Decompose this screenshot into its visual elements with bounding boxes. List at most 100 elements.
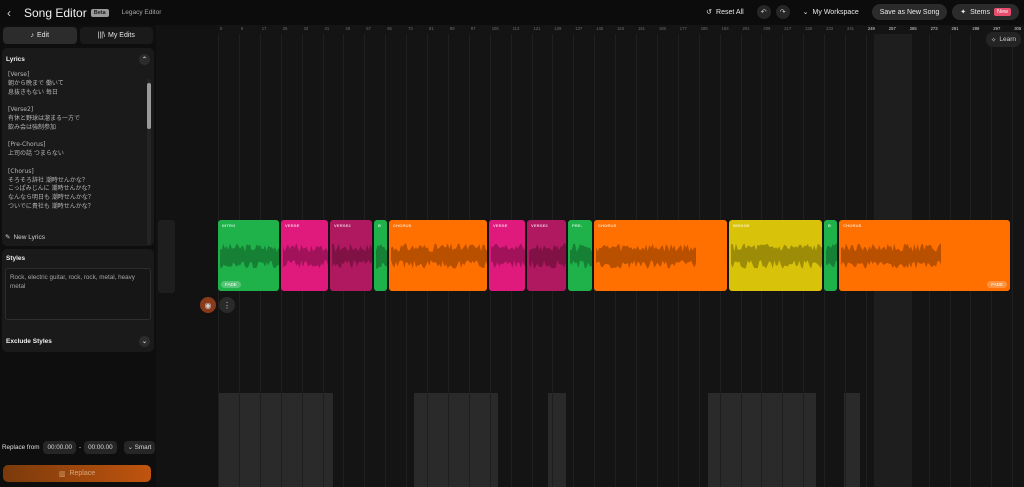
track-controls: ◉ ⋮	[200, 297, 235, 313]
pencil-icon: ✎	[5, 234, 11, 241]
waveform	[220, 243, 279, 269]
sidebar: ♪ Edit |||\ My Edits Lyrics ⌃ [Verse] 朝か…	[0, 25, 156, 487]
ruler-tick-label: 233	[826, 26, 834, 31]
track-segment[interactable]: BRIDGE	[729, 220, 822, 291]
segment-label: CHORUS	[393, 223, 412, 228]
segment-label: VERSE2	[334, 223, 351, 228]
ruler-tick-label: 305	[1014, 26, 1022, 31]
ruler-tick-label: 265	[909, 26, 917, 31]
waveform	[529, 243, 566, 269]
styles-title: Styles	[6, 255, 26, 262]
ruler-tick-label: 169	[658, 26, 666, 31]
workspace-selector[interactable]: ⌄ My Workspace	[795, 4, 867, 20]
ruler-tick-label: 9	[240, 26, 244, 31]
track-segment[interactable]: B	[824, 220, 837, 291]
tab-my-edits[interactable]: |||\ My Edits	[79, 27, 153, 44]
scroll-thumb[interactable]	[147, 83, 151, 129]
replace-button[interactable]: ▥ Replace	[3, 465, 151, 482]
ruler-tick-label: 0	[220, 26, 223, 31]
track-segment[interactable]: CHORUS	[389, 220, 487, 291]
timeline-ruler[interactable]: 0 9 17 25 33 41 49 57 65 73 81 89 97 105 113 121 129 137 1…	[218, 25, 1024, 34]
chevron-down-icon[interactable]: ⌄	[139, 336, 150, 347]
ruler-tick-label: 289	[972, 26, 980, 31]
ruler-tick-label: 113	[512, 26, 520, 31]
save-label: Save as New Song	[879, 8, 940, 16]
segment-label: VERSE2	[531, 223, 548, 228]
segment-label: VERSE	[285, 223, 300, 228]
track-segment[interactable]: INTRO FADE	[218, 220, 279, 291]
ruler-tick-label: 49	[345, 26, 351, 31]
new-lyrics-label: New Lyrics	[13, 233, 45, 241]
waveform	[332, 243, 372, 269]
waveform	[841, 243, 941, 269]
lyrics-textarea[interactable]: [Verse] 朝から晩まで 働いて 息抜きもない 毎日 [Verse2] 有休…	[2, 71, 154, 212]
segment-label: B	[378, 223, 382, 228]
segment-label: VERSE	[493, 223, 508, 228]
reset-all-button[interactable]: ↺ Reset All	[698, 4, 752, 20]
fade-out-tag[interactable]: FADE	[987, 281, 1007, 288]
app-title: Song Editor	[24, 5, 87, 20]
song-track[interactable]: INTRO FADE VERSE VERSE2 B CHORUS VERSE VERSE2 PR…	[218, 220, 1024, 293]
timeline[interactable]: 0 9 17 25 33 41 49 57 65 73 81 89 97 105 113 121 129 137 1…	[156, 25, 1024, 487]
ruler-tick-label: 177	[679, 26, 687, 31]
smart-selector[interactable]: ⌄ Smart	[123, 441, 156, 454]
lyrics-title: Lyrics	[6, 56, 25, 63]
exclude-styles-panel[interactable]: Exclude Styles ⌄	[2, 330, 154, 351]
track-segment[interactable]: VERSE	[489, 220, 525, 291]
tab-edit[interactable]: ♪ Edit	[3, 27, 77, 44]
ruler-tick-label: 17	[261, 26, 267, 31]
smart-label: Smart	[134, 444, 152, 451]
ruler-tick-label: 249	[867, 26, 875, 31]
ruler-tick-label: 145	[596, 26, 604, 31]
ruler-tick-label: 161	[638, 26, 645, 31]
chevron-up-icon[interactable]: ⌃	[139, 54, 150, 65]
workspace-label: My Workspace	[812, 8, 859, 16]
waveform	[283, 243, 328, 269]
more-options-icon[interactable]: ⋮	[219, 297, 235, 313]
track-segment[interactable]: CHORUS	[594, 220, 727, 291]
beta-badge: Beta	[90, 8, 109, 17]
waveform	[596, 243, 696, 269]
new-lyrics-button[interactable]: ✎ New Lyrics	[5, 233, 45, 242]
lane-band	[548, 393, 566, 487]
track-segment[interactable]: VERSE	[281, 220, 328, 291]
undo-icon[interactable]: ↶	[756, 5, 771, 19]
tab-my-edits-label: My Edits	[108, 32, 135, 39]
tab-edit-label: Edit	[36, 32, 50, 39]
chevron-left-icon[interactable]: ‹	[0, 0, 18, 25]
replace-end-input[interactable]: 00:00.00	[84, 441, 117, 454]
lyrics-header: Lyrics ⌃	[2, 48, 154, 71]
range-separator: -	[78, 444, 82, 451]
chevron-down-icon: ⌄	[127, 444, 135, 451]
track-segment[interactable]: PRE-	[568, 220, 592, 291]
track-segment[interactable]: VERSE2	[527, 220, 566, 291]
ruler-tick-label: 193	[721, 26, 729, 31]
top-bar: ‹ Song Editor Beta Legacy Editor ↺ Reset…	[0, 0, 1024, 25]
track-handle[interactable]	[158, 220, 175, 293]
fade-in-tag[interactable]: FADE	[221, 281, 241, 288]
track-segment[interactable]: VERSE2	[330, 220, 372, 291]
learn-button[interactable]: ✧ Learn	[985, 32, 1021, 47]
ruler-tick-label: 225	[805, 26, 813, 31]
ruler-tick-label: 281	[951, 26, 959, 31]
ruler-tick-label: 153	[617, 26, 625, 31]
replace-start-input[interactable]: 00:00.00	[43, 441, 76, 454]
redo-icon[interactable]: ↷	[775, 5, 790, 19]
save-as-new-song-button[interactable]: Save as New Song	[871, 4, 948, 20]
stems-button[interactable]: ✦ Stems New	[952, 4, 1019, 20]
lane-band	[844, 393, 860, 487]
ruler-tick-label: 185	[700, 26, 708, 31]
ruler-tick-label: 241	[847, 26, 854, 31]
track-avatar-icon[interactable]: ◉	[200, 297, 216, 313]
ruler-tick-label: 209	[763, 26, 771, 31]
styles-input[interactable]: Rock, electric guitar, rock, rock, metal…	[5, 268, 151, 320]
track-segment[interactable]: B	[374, 220, 387, 291]
ruler-tick-label: 65	[387, 26, 392, 31]
lightbulb-icon: ✧	[990, 36, 997, 44]
learn-label: Learn	[999, 36, 1016, 43]
ruler-tick-label: 105	[491, 26, 499, 31]
track-gutter	[156, 25, 218, 487]
lyrics-scrollbar[interactable]	[147, 79, 151, 245]
legacy-editor-link[interactable]: Legacy Editor	[122, 9, 162, 16]
track-segment[interactable]: CHORUS FADE	[839, 220, 1010, 291]
